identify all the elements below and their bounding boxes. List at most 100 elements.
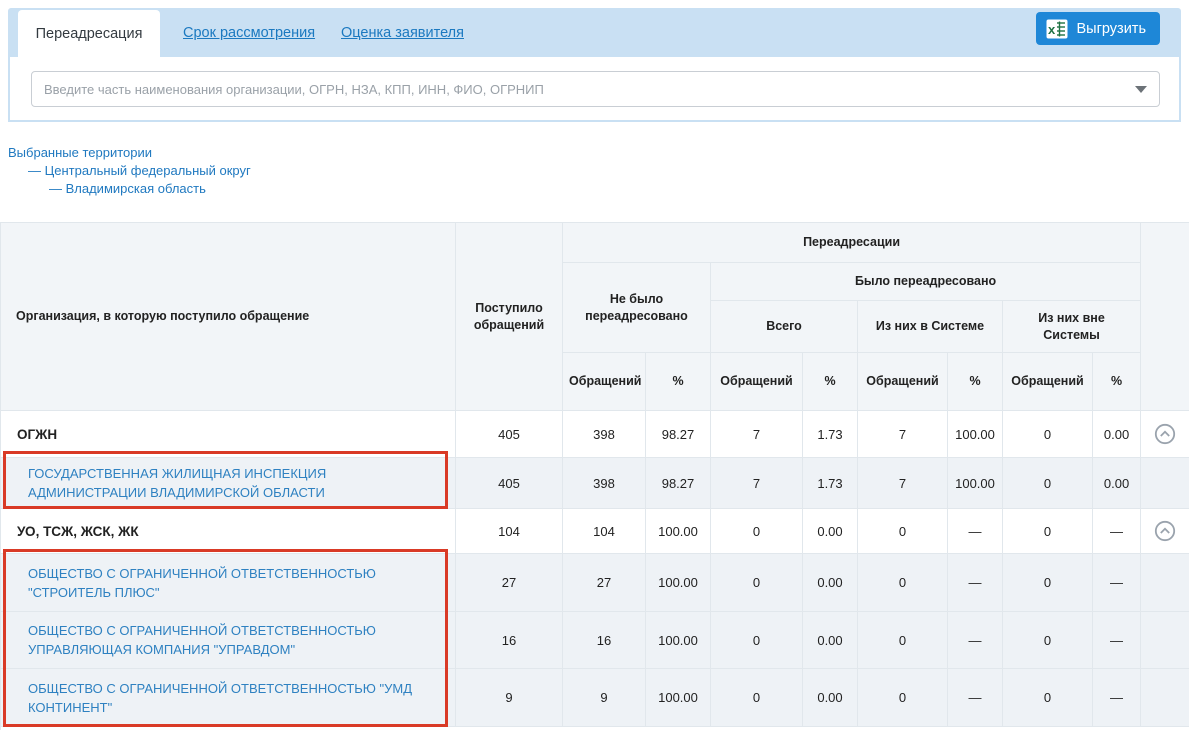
- cell-not-redirected-pct: 100.00: [646, 554, 711, 612]
- cell-total: 7: [711, 458, 803, 509]
- cell-received: 27: [456, 554, 563, 612]
- cell-out-system-pct: 0.00: [1093, 458, 1141, 509]
- cell-total: 0: [711, 669, 803, 727]
- tab-ocenka-zayavitelya[interactable]: Оценка заявителя: [341, 8, 464, 57]
- col-header-in-system: Из них в Системе: [858, 301, 1003, 353]
- col-header-out-system: Из них вне Системы: [1003, 301, 1141, 353]
- col-header-appeals-3: Обращений: [858, 353, 948, 411]
- collapse-group-button[interactable]: [1152, 421, 1178, 447]
- tab-srok-rassmotreniya[interactable]: Срок рассмотрения: [183, 8, 315, 57]
- cell-in-system-pct: —: [948, 509, 1003, 554]
- cell-total: 7: [711, 411, 803, 458]
- cell-received: 16: [456, 612, 563, 669]
- cell-in-system: 0: [858, 612, 948, 669]
- cell-out-system: 0: [1003, 411, 1093, 458]
- organization-link[interactable]: ОБЩЕСТВО С ОГРАНИЧЕННОЙ ОТВЕТСТВЕННОСТЬЮ…: [28, 566, 376, 600]
- organization-link[interactable]: ОБЩЕСТВО С ОГРАНИЧЕННОЙ ОТВЕТСТВЕННОСТЬЮ…: [28, 623, 376, 657]
- cell-out-system-pct: —: [1093, 669, 1141, 727]
- territories-title[interactable]: Выбранные территории: [8, 145, 152, 160]
- cell-not-redirected: 27: [563, 554, 646, 612]
- cell-out-system-pct: —: [1093, 509, 1141, 554]
- cell-not-redirected-pct: 100.00: [646, 509, 711, 554]
- cell-received: 405: [456, 458, 563, 509]
- territory-link-region[interactable]: — Владимирская область: [49, 181, 206, 196]
- excel-icon: x: [1046, 19, 1068, 39]
- cell-total-pct: 0.00: [803, 509, 858, 554]
- col-header-percent-3: %: [948, 353, 1003, 411]
- cell-not-redirected-pct: 100.00: [646, 612, 711, 669]
- cell-not-redirected-pct: 98.27: [646, 411, 711, 458]
- cell-in-system-pct: —: [948, 612, 1003, 669]
- cell-in-system-pct: 100.00: [948, 458, 1003, 509]
- cell-total: 0: [711, 509, 803, 554]
- cell-out-system-pct: —: [1093, 612, 1141, 669]
- cell-in-system: 0: [858, 669, 948, 727]
- export-button-label: Выгрузить: [1077, 21, 1146, 37]
- cell-not-redirected-pct: 98.27: [646, 458, 711, 509]
- cell-in-system-pct: —: [948, 554, 1003, 612]
- cell-in-system-pct: —: [948, 669, 1003, 727]
- col-header-organization: Организация, в которую поступило обращен…: [1, 223, 456, 411]
- cell-total-pct: 1.73: [803, 411, 858, 458]
- col-header-not-redirected: Не было переадресовано: [563, 263, 711, 353]
- cell-total: 0: [711, 554, 803, 612]
- organization-search-input[interactable]: [31, 71, 1160, 107]
- territory-link-federal-district[interactable]: — Центральный федеральный округ: [28, 163, 251, 178]
- cell-in-system-pct: 100.00: [948, 411, 1003, 458]
- collapse-group-button[interactable]: [1152, 518, 1178, 544]
- export-button[interactable]: x Выгрузить: [1036, 12, 1160, 45]
- col-header-received: Поступило обращений: [456, 223, 563, 411]
- chevron-up-circle-icon: [1154, 520, 1176, 542]
- cell-total-pct: 0.00: [803, 669, 858, 727]
- col-header-appeals-2: Обращений: [711, 353, 803, 411]
- col-header-redirections: Переадресации: [563, 223, 1141, 263]
- organization-link[interactable]: ОБЩЕСТВО С ОГРАНИЧЕННОЙ ОТВЕТСТВЕННОСТЬЮ…: [28, 681, 412, 715]
- cell-out-system: 0: [1003, 554, 1093, 612]
- cell-received: 405: [456, 411, 563, 458]
- cell-not-redirected: 398: [563, 411, 646, 458]
- col-header-appeals-1: Обращений: [563, 353, 646, 411]
- cell-out-system: 0: [1003, 612, 1093, 669]
- cell-total: 0: [711, 612, 803, 669]
- cell-not-redirected: 16: [563, 612, 646, 669]
- cell-not-redirected-pct: 100.00: [646, 669, 711, 727]
- cell-out-system: 0: [1003, 509, 1093, 554]
- col-header-total: Всего: [711, 301, 858, 353]
- table-header: Организация, в которую поступило обращен…: [1, 223, 1189, 411]
- cell-not-redirected: 9: [563, 669, 646, 727]
- col-header-percent-2: %: [803, 353, 858, 411]
- cell-in-system: 0: [858, 509, 948, 554]
- cell-total-pct: 0.00: [803, 612, 858, 669]
- tab-pereadresaciya[interactable]: Переадресация: [18, 10, 160, 57]
- cell-not-redirected: 398: [563, 458, 646, 509]
- cell-received: 9: [456, 669, 563, 727]
- table-row: ОГЖН 405 398 98.27 7 1.73 7 100.00 0 0.0…: [1, 411, 1189, 458]
- col-header-collapse: [1141, 223, 1189, 411]
- search-panel: [8, 57, 1181, 122]
- cell-out-system: 0: [1003, 458, 1093, 509]
- cell-in-system: 7: [858, 458, 948, 509]
- col-header-percent-1: %: [646, 353, 711, 411]
- table-row: ОБЩЕСТВО С ОГРАНИЧЕННОЙ ОТВЕТСТВЕННОСТЬЮ…: [1, 612, 1189, 669]
- cell-total-pct: 0.00: [803, 554, 858, 612]
- table-row: УО, ТСЖ, ЖСК, ЖК 104 104 100.00 0 0.00 0…: [1, 509, 1189, 554]
- svg-text:x: x: [1048, 22, 1056, 37]
- table-row-partial: [1, 727, 1189, 730]
- cell-in-system: 7: [858, 411, 948, 458]
- organization-link[interactable]: ГОСУДАРСТВЕННАЯ ЖИЛИЩНАЯ ИНСПЕКЦИЯ АДМИН…: [28, 466, 326, 500]
- group-name: УО, ТСЖ, ЖСК, ЖК: [1, 509, 456, 554]
- col-header-percent-4: %: [1093, 353, 1141, 411]
- chevron-up-circle-icon: [1154, 423, 1176, 445]
- table-row: ГОСУДАРСТВЕННАЯ ЖИЛИЩНАЯ ИНСПЕКЦИЯ АДМИН…: [1, 458, 1189, 509]
- col-header-was-redirected: Было переадресовано: [711, 263, 1141, 301]
- table-row: ОБЩЕСТВО С ОГРАНИЧЕННОЙ ОТВЕТСТВЕННОСТЬЮ…: [1, 554, 1189, 612]
- tab-bar: Переадресация Срок рассмотрения Оценка з…: [8, 8, 1181, 57]
- cell-out-system-pct: 0.00: [1093, 411, 1141, 458]
- cell-out-system: 0: [1003, 669, 1093, 727]
- cell-not-redirected: 104: [563, 509, 646, 554]
- cell-out-system-pct: —: [1093, 554, 1141, 612]
- selected-territories: Выбранные территории — Центральный федер…: [8, 144, 251, 198]
- chevron-down-icon[interactable]: [1135, 86, 1147, 93]
- table-row: ОБЩЕСТВО С ОГРАНИЧЕННОЙ ОТВЕТСТВЕННОСТЬЮ…: [1, 669, 1189, 727]
- cell-in-system: 0: [858, 554, 948, 612]
